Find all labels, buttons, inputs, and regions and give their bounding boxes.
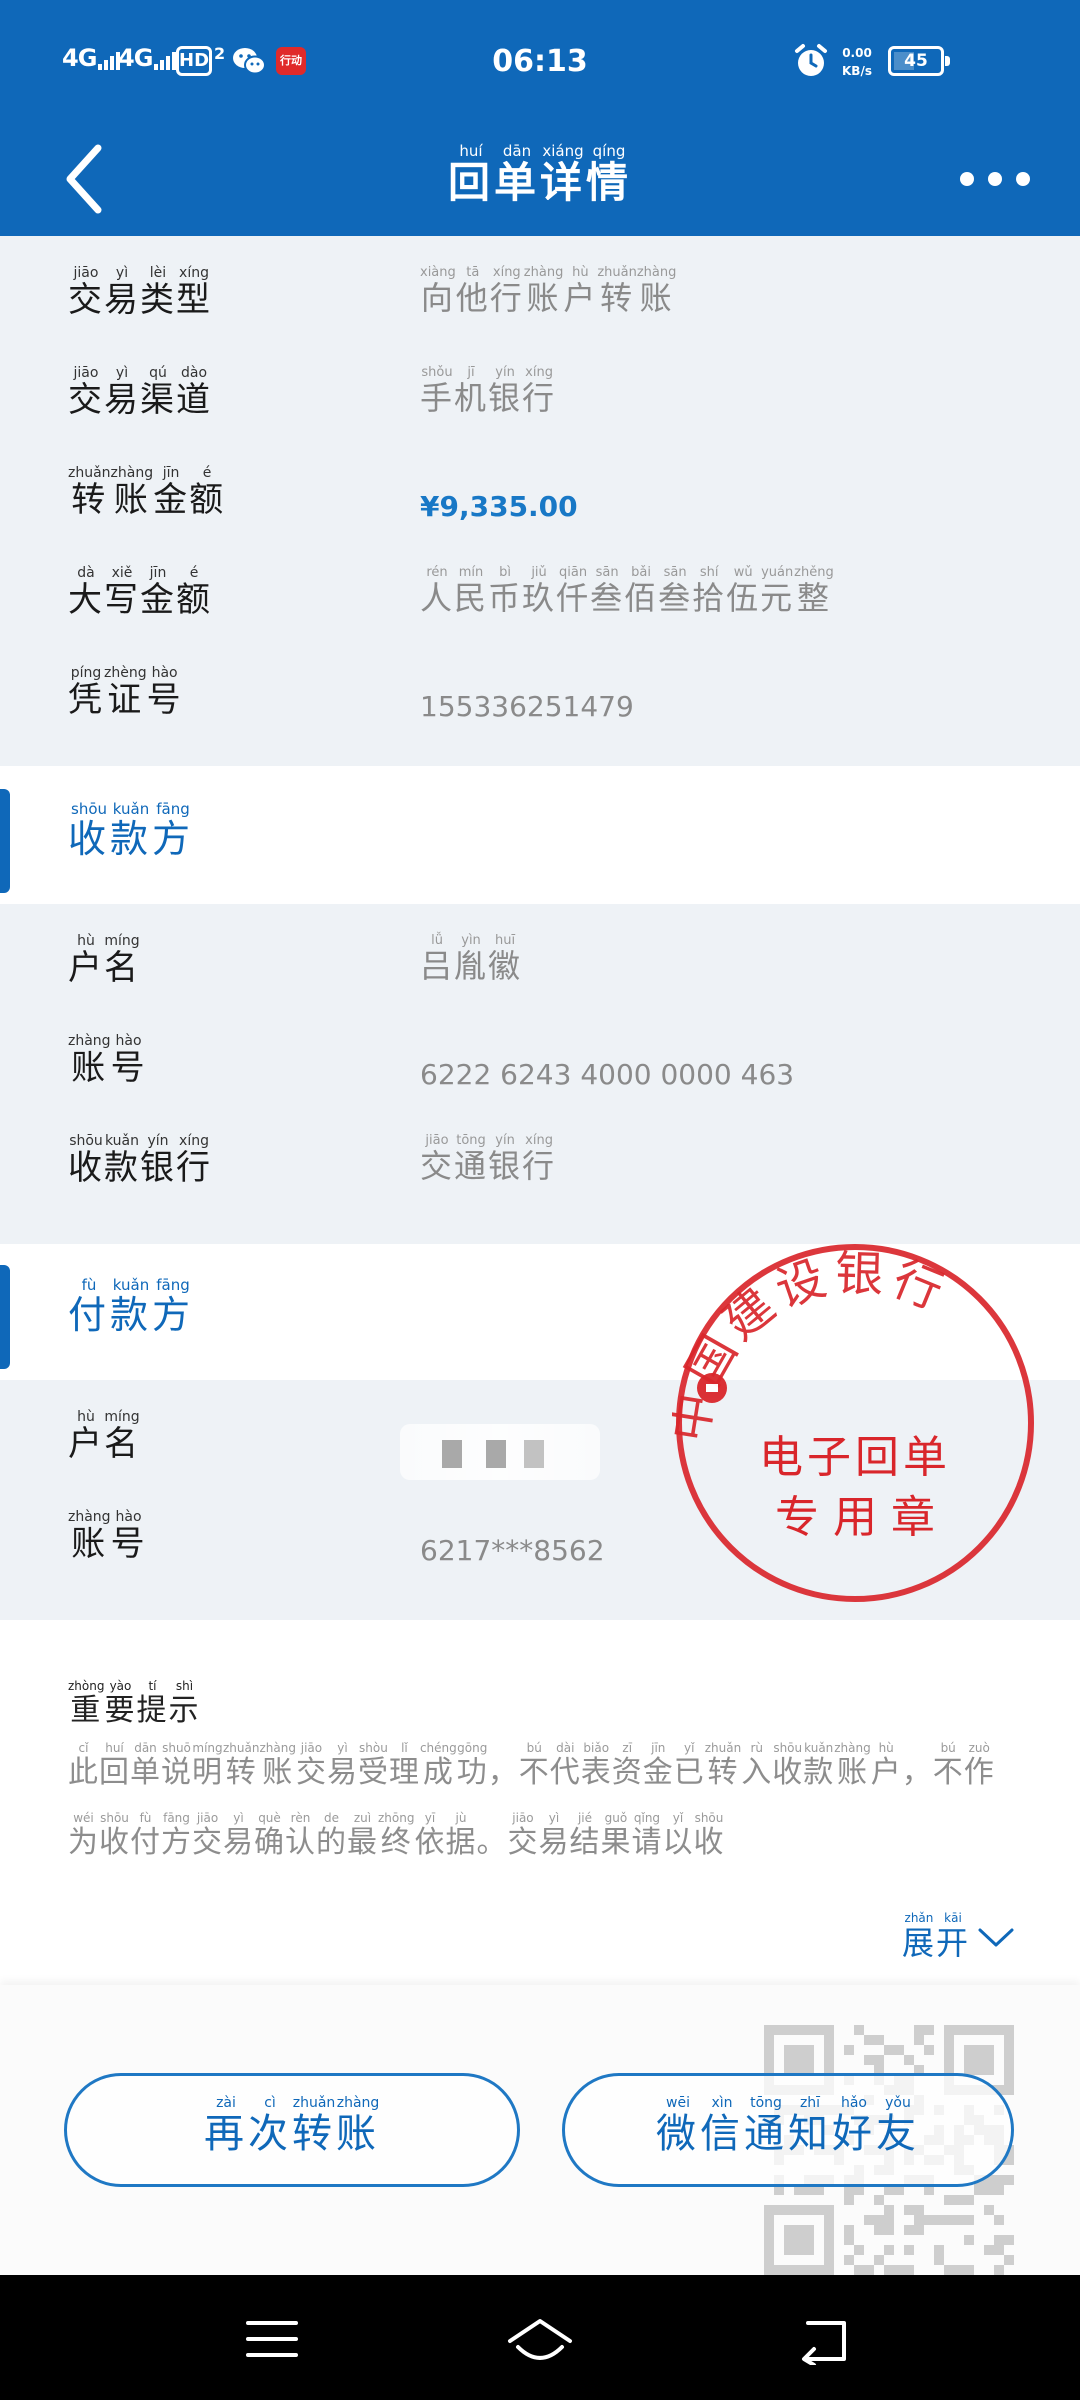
more-icon[interactable]: [960, 164, 1030, 194]
row-amount-in-words: 大dà写xiě金jīn额é 人rén民mín币bì玖jiǔ仟qiān叁sān佰b…: [0, 552, 1080, 652]
row-payee-bank: 收shōu款kuǎn银yín行xíng 交jiāo通tōng银yín行xíng: [0, 1120, 1080, 1220]
label-amount-in-words: 大dà写xiě金jīn额é: [68, 565, 212, 620]
bottom-action-bar: 再zài次cì转zhuǎn账zhàng 微wēi信xìn通tōng知zhī好hǎ…: [0, 1985, 1080, 2275]
navigation-bar: 回huí单dān详xiáng情qíng: [0, 124, 1080, 236]
label-transfer-amount: 转zhuǎn账zhàng金jīn额é: [68, 465, 226, 520]
battery-level: 45: [904, 51, 928, 71]
label-voucher-number: 凭píng证zhèng号hào: [68, 665, 183, 720]
value-payee-account: 6222 6243 4000 0000 463: [420, 1058, 795, 1091]
section-marker: [0, 1265, 10, 1369]
net-speed-unit: KB/s: [842, 64, 872, 78]
payee-header: 收shōu款kuǎn方fāng: [0, 774, 1080, 904]
page-title-text: 回huí单dān详xiáng情qíng: [447, 142, 633, 207]
value-transaction-type: 向xiàng他tā行xíng账zhàng户hù转zhuǎn账zhàng: [420, 265, 677, 317]
payer-header: 付fù款kuǎn方fāng: [0, 1250, 1080, 1380]
transfer-again-label: 再zài次cì转zhuǎn账zhàng: [204, 2095, 380, 2157]
value-transaction-channel: 手shǒu机jī银yín行xíng: [420, 365, 557, 417]
payee-title: 收shōu款kuǎn方fāng: [68, 800, 195, 861]
expand-button[interactable]: 展zhǎn开kāi: [901, 1911, 1016, 1964]
row-payee-account: 账zhàng号hào 6222 6243 4000 0000 463: [0, 1020, 1080, 1120]
system-navigation-bar: [0, 2275, 1080, 2400]
payer-section: 户hù名míng 账zhàng号hào 6217***8562: [0, 1380, 1080, 1620]
expand-label: 展zhǎn开kāi: [901, 1911, 970, 1962]
section-marker: [0, 789, 10, 893]
top-bar: 4G 4G HD 2 行动 06:13 0.00 KB/s 45 回huí单dā…: [0, 0, 1080, 236]
value-amount-in-words: 人rén民mín币bì玖jiǔ仟qiān叁sān佰bǎi叁sān拾shí伍wǔ元…: [420, 565, 834, 617]
home-icon[interactable]: [504, 2317, 576, 2365]
label-payee-bank: 收shōu款kuǎn银yín行xíng: [68, 1133, 212, 1188]
notice-title: 重zhòng要yào提tí示shì: [68, 1679, 201, 1728]
row-payer-name: 户hù名míng: [0, 1396, 1080, 1496]
value-transfer-amount: ¥9,335.00: [420, 490, 578, 523]
label-payer-name: 户hù名míng: [68, 1409, 140, 1464]
label-payee-name: 户hù名míng: [68, 933, 140, 988]
row-transfer-amount: 转zhuǎn账zhàng金jīn额é ¥9,335.00: [0, 452, 1080, 552]
notice-text: 此cǐ回huí单dān说shuō明míng转zhuǎn账zhàng交jiāo易y…: [68, 1741, 995, 1860]
label-payer-account: 账zhàng号hào: [68, 1509, 147, 1564]
label-transaction-type: 交jiāo易yì类lèi型xíng: [68, 265, 212, 320]
label-transaction-channel: 交jiāo易yì渠qú道dào: [68, 365, 212, 420]
masked-name: [400, 1424, 600, 1480]
chevron-down-icon: [978, 1928, 1014, 1947]
wechat-notify-button[interactable]: 微wēi信xìn通tōng知zhī好hǎo友yǒu: [562, 2073, 1014, 2187]
important-notice: 重zhòng要yào提tí示shì 此cǐ回huí单dān说shuō明míng转…: [0, 1620, 1080, 1980]
label-payee-account: 账zhàng号hào: [68, 1033, 147, 1088]
transfer-again-button[interactable]: 再zài次cì转zhuǎn账zhàng: [64, 2073, 520, 2187]
row-transaction-type: 交jiāo易yì类lèi型xíng 向xiàng他tā行xíng账zhàng户h…: [0, 252, 1080, 352]
row-payer-account: 账zhàng号hào 6217***8562: [0, 1496, 1080, 1596]
status-bar: 4G 4G HD 2 行动 06:13 0.00 KB/s 45: [0, 0, 1080, 124]
wechat-notify-label: 微wēi信xìn通tōng知zhī好hǎo友yǒu: [656, 2095, 920, 2157]
row-transaction-channel: 交jiāo易yì渠qú道dào 手shǒu机jī银yín行xíng: [0, 352, 1080, 452]
back-icon[interactable]: [796, 2317, 852, 2365]
alarm-icon: [795, 44, 827, 76]
net-speed: 0.00 KB/s: [836, 44, 878, 80]
value-voucher-number: 155336251479: [420, 690, 634, 723]
value-payer-account: 6217***8562: [420, 1534, 605, 1567]
value-payee-name: 吕lǚ胤yìn徽huī: [420, 933, 523, 985]
page-title: 回huí单dān详xiáng情qíng: [0, 142, 1080, 210]
payee-section: 户hù名míng 吕lǚ胤yìn徽huī 账zhàng号hào 6222 624…: [0, 904, 1080, 1244]
value-payee-bank: 交jiāo通tōng银yín行xíng: [420, 1133, 557, 1185]
transaction-section: 交jiāo易yì类lèi型xíng 向xiàng他tā行xíng账zhàng户h…: [0, 236, 1080, 766]
battery-icon: 45: [888, 46, 950, 76]
payer-title: 付fù款kuǎn方fāng: [68, 1276, 195, 1337]
menu-icon[interactable]: [244, 2317, 300, 2361]
row-payee-name: 户hù名míng 吕lǚ胤yìn徽huī: [0, 920, 1080, 1020]
net-speed-value: 0.00: [842, 46, 872, 60]
row-voucher-number: 凭píng证zhèng号hào 155336251479: [0, 652, 1080, 752]
